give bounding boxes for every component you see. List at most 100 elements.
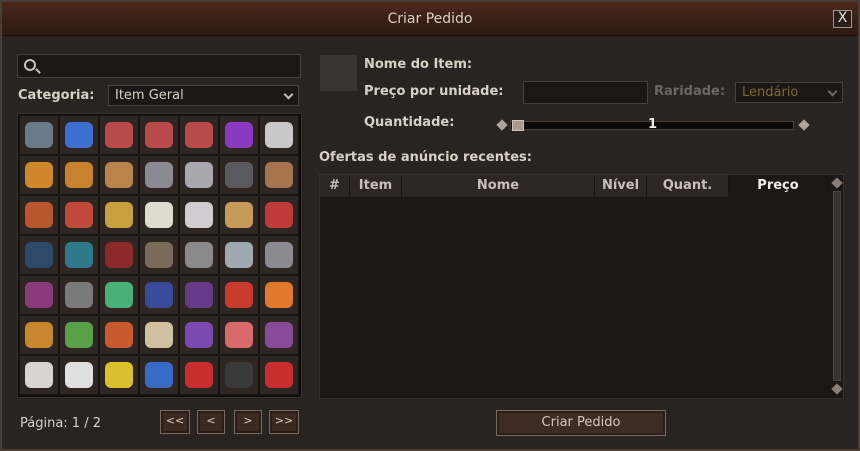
helmet-icon xyxy=(65,362,93,388)
item-slot[interactable] xyxy=(19,235,59,275)
item-slot[interactable] xyxy=(59,195,99,235)
item-slot[interactable] xyxy=(219,315,259,355)
coal-icon xyxy=(225,162,253,188)
item-slot[interactable] xyxy=(259,195,299,235)
title-bar: Criar Pedido X xyxy=(2,2,858,36)
item-slot[interactable] xyxy=(139,115,179,155)
quantity-slider[interactable]: 1 xyxy=(496,117,810,133)
item-slot[interactable] xyxy=(59,155,99,195)
item-slot[interactable] xyxy=(19,115,59,155)
ore-icon xyxy=(145,162,173,188)
item-slot[interactable] xyxy=(59,115,99,155)
item-slot[interactable] xyxy=(139,195,179,235)
ore-icon xyxy=(185,162,213,188)
slider-handle[interactable] xyxy=(512,120,524,131)
item-slot[interactable] xyxy=(179,155,219,195)
next-page-button[interactable]: > xyxy=(234,410,262,434)
rarity-label: Raridade: xyxy=(654,84,726,99)
item-slot[interactable] xyxy=(99,355,139,395)
horn-icon xyxy=(25,362,53,388)
rope-icon xyxy=(25,122,53,148)
scroll-down-icon[interactable] xyxy=(831,383,843,395)
item-slot[interactable] xyxy=(99,315,139,355)
item-slot[interactable] xyxy=(59,315,99,355)
scroll-thumb[interactable] xyxy=(833,191,841,381)
item-slot[interactable] xyxy=(99,195,139,235)
npc-head-icon xyxy=(25,322,53,348)
table-scrollbar[interactable] xyxy=(831,175,843,398)
item-slot[interactable] xyxy=(259,355,299,395)
search-input[interactable] xyxy=(17,54,301,78)
col-number[interactable]: # xyxy=(320,175,350,197)
create-order-window: Criar Pedido X Categoria: Item Geral Pág… xyxy=(0,0,860,451)
item-slot[interactable] xyxy=(99,155,139,195)
item-slot[interactable] xyxy=(219,275,259,315)
gift-creature-icon xyxy=(225,322,253,348)
category-select[interactable]: Item Geral xyxy=(108,85,299,106)
item-slot[interactable] xyxy=(99,275,139,315)
item-slot[interactable] xyxy=(179,235,219,275)
first-page-button[interactable]: << xyxy=(160,410,190,434)
npc-figure-icon xyxy=(185,122,213,148)
npc-head-icon xyxy=(65,322,93,348)
chevron-down-icon xyxy=(827,86,838,97)
logs-icon xyxy=(65,202,93,228)
item-slot[interactable] xyxy=(139,155,179,195)
item-slot[interactable] xyxy=(59,275,99,315)
col-item[interactable]: Item xyxy=(350,175,402,197)
item-slot[interactable] xyxy=(179,275,219,315)
item-slot[interactable] xyxy=(259,115,299,155)
item-slot[interactable] xyxy=(19,315,59,355)
item-slot[interactable] xyxy=(179,115,219,155)
col-name[interactable]: Nome xyxy=(402,175,595,197)
item-slot[interactable] xyxy=(219,115,259,155)
last-page-button[interactable]: >> xyxy=(269,410,299,434)
horn-icon xyxy=(265,362,293,388)
gift-creature-icon xyxy=(185,322,213,348)
item-slot[interactable] xyxy=(19,275,59,315)
recent-offers-table: # Item Nome Nível Quant. Preço xyxy=(319,174,844,399)
scroll-icon xyxy=(265,282,293,308)
item-slot[interactable] xyxy=(179,315,219,355)
item-slot[interactable] xyxy=(179,355,219,395)
scroll-up-icon[interactable] xyxy=(831,177,843,189)
yarn-icon xyxy=(265,202,293,228)
category-label: Categoria: xyxy=(18,88,95,103)
col-level[interactable]: Nível xyxy=(595,175,647,197)
item-slot[interactable] xyxy=(139,315,179,355)
npc-head-icon xyxy=(265,322,293,348)
item-slot[interactable] xyxy=(219,235,259,275)
item-slot[interactable] xyxy=(219,355,259,395)
rarity-select[interactable]: Lendário xyxy=(735,82,843,103)
increase-arrow-icon[interactable] xyxy=(798,119,810,131)
item-slot[interactable] xyxy=(139,275,179,315)
item-slot[interactable] xyxy=(259,235,299,275)
unit-price-input[interactable] xyxy=(523,81,648,104)
gift-creature-icon xyxy=(145,322,173,348)
item-slot[interactable] xyxy=(179,195,219,235)
item-slot[interactable] xyxy=(219,195,259,235)
item-slot[interactable] xyxy=(19,155,59,195)
item-slot[interactable] xyxy=(99,115,139,155)
col-quantity[interactable]: Quant. xyxy=(647,175,729,197)
item-slot[interactable] xyxy=(19,195,59,235)
bone-icon xyxy=(225,242,253,268)
item-slot[interactable] xyxy=(259,275,299,315)
decrease-arrow-icon[interactable] xyxy=(496,119,508,131)
item-slot[interactable] xyxy=(19,355,59,395)
item-slot[interactable] xyxy=(139,235,179,275)
col-price[interactable]: Preço xyxy=(729,175,828,197)
dye-pile-icon xyxy=(65,242,93,268)
create-order-button[interactable]: Criar Pedido xyxy=(496,410,666,436)
horn-icon xyxy=(225,362,253,388)
item-slot[interactable] xyxy=(99,235,139,275)
close-button[interactable]: X xyxy=(833,10,852,28)
quantity-label: Quantidade: xyxy=(364,115,455,130)
item-slot[interactable] xyxy=(259,155,299,195)
item-slot[interactable] xyxy=(219,155,259,195)
item-slot[interactable] xyxy=(259,315,299,355)
item-slot[interactable] xyxy=(59,235,99,275)
item-slot[interactable] xyxy=(59,355,99,395)
item-slot[interactable] xyxy=(139,355,179,395)
prev-page-button[interactable]: < xyxy=(197,410,225,434)
